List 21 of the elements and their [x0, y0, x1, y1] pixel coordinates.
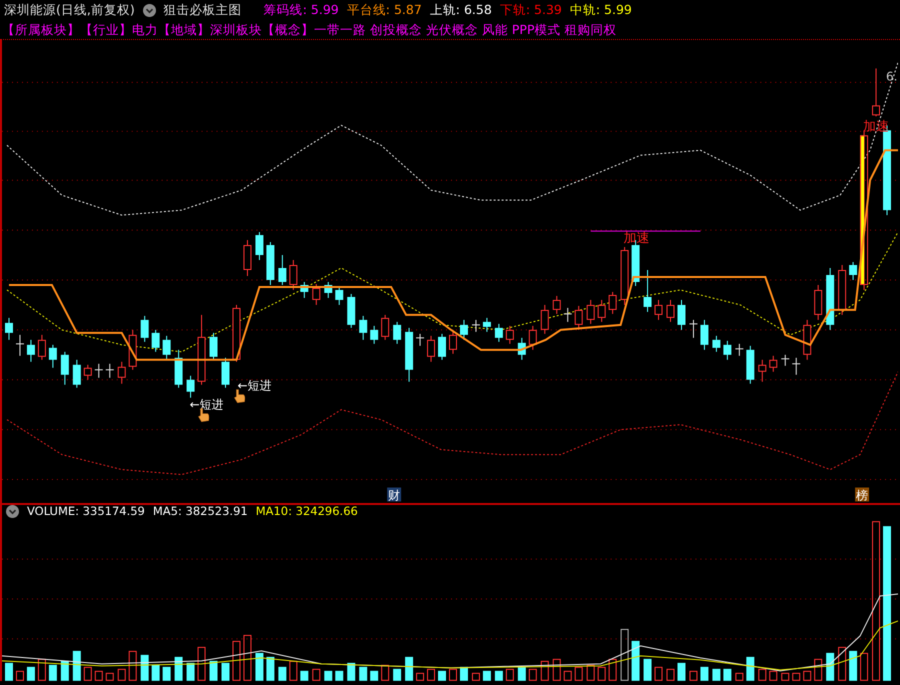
volume-reading: VOLUME: 335174.59	[27, 504, 145, 519]
volume-reading: MA10: 324296.66	[256, 504, 358, 519]
dropdown-icon[interactable]	[142, 4, 156, 16]
dropdown-icon[interactable]	[6, 505, 19, 518]
signal-label: ←短进	[190, 398, 224, 412]
concept-tags: 【所属板块】【行业】电力【地域】深圳板块【概念】一带一路 创投概念 光伏概念 风能 PPP模式 租购同权	[2, 22, 616, 37]
indicator-name: 狙击必板主图	[164, 1, 242, 19]
indicator-reading: 下轨: 5.39	[500, 1, 562, 19]
price-label: 6.	[886, 69, 898, 84]
hand-pointer-icon	[234, 389, 246, 403]
signal-label: 加速	[624, 231, 650, 246]
hand-pointer-icon	[198, 408, 210, 422]
indicator-reading: 平台线: 5.87	[346, 1, 422, 19]
indicator-reading: 筹码线: 5.99	[264, 1, 339, 19]
indicator-reading: 中轨: 5.99	[570, 1, 632, 19]
event-marker[interactable]: 榜	[855, 488, 870, 502]
signal-label: ←短进	[237, 378, 272, 393]
stock-title: 深圳能源(日线,前复权)	[4, 1, 135, 19]
event-marker[interactable]: 财	[387, 488, 402, 502]
volume-reading: MA5: 382523.91	[152, 504, 248, 519]
indicator-reading: 上轨: 6.58	[430, 1, 492, 19]
